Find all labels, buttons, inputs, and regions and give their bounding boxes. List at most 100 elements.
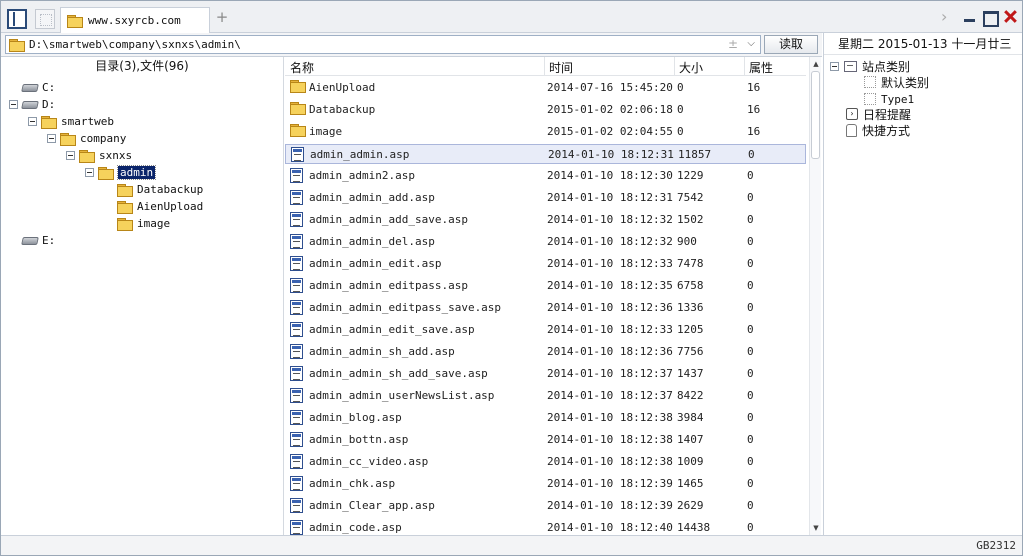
file-time: 2014-01-10 18:12:37 bbox=[547, 367, 673, 380]
column-divider[interactable] bbox=[544, 57, 545, 76]
tree-node[interactable]: E: bbox=[9, 232, 55, 249]
table-row[interactable]: image 2015-01-02 02:04:55 0 16 bbox=[285, 122, 806, 142]
table-row[interactable]: admin_admin_del.asp 2014-01-10 18:12:32 90… bbox=[285, 232, 806, 252]
table-row[interactable]: admin_admin_sh_add_save.asp 2014-01-10 18… bbox=[285, 364, 806, 384]
table-row[interactable]: Databackup 2015-01-02 02:06:18 0 16 bbox=[285, 100, 806, 120]
file-attr: 0 bbox=[747, 455, 754, 468]
address-bar[interactable]: ± ⌵ bbox=[5, 35, 761, 54]
file-name: admin_Clear_app.asp bbox=[309, 499, 435, 512]
scroll-up-icon[interactable]: ▲ bbox=[812, 60, 820, 68]
table-row[interactable]: admin_admin.asp 2014-01-10 18:12:31 11857 0 bbox=[285, 144, 806, 164]
tree-node[interactable]: company bbox=[47, 130, 126, 147]
tree-node-label: AienUpload bbox=[137, 200, 204, 213]
file-list-panel: 名称 时间 大小 属性 AienUpload 2014-07-16 15:45:2… bbox=[285, 57, 822, 535]
column-header-size[interactable]: 大小 bbox=[679, 59, 703, 76]
maximize-button[interactable] bbox=[981, 9, 999, 27]
folder-icon bbox=[67, 14, 83, 28]
tab-current[interactable]: www.sxyrcb.com bbox=[60, 7, 210, 33]
shortcut-node[interactable]: 快捷方式 bbox=[846, 122, 910, 138]
vertical-scrollbar[interactable]: ▲ ▼ bbox=[809, 57, 821, 535]
file-time: 2014-01-10 18:12:40 bbox=[547, 521, 673, 534]
tree-node[interactable]: sxnxs bbox=[66, 147, 132, 164]
directory-tree-panel: 目录(3),文件(96) C: D: smartweb company sxnxs adm… bbox=[1, 57, 284, 535]
column-header-name[interactable]: 名称 bbox=[290, 59, 314, 76]
sidebar-right: 星期二 2015-01-13 十一月廿三 站点类别 默认类别 Type1 › 日… bbox=[823, 33, 1022, 535]
file-size: 2629 bbox=[677, 499, 704, 512]
default-category-label: 默认类别 bbox=[881, 75, 930, 90]
blank-tab-icon[interactable] bbox=[35, 9, 55, 29]
collapse-icon[interactable] bbox=[66, 151, 75, 160]
address-input[interactable] bbox=[29, 38, 719, 51]
table-row[interactable]: admin_admin_add.asp 2014-01-10 18:12:31 75… bbox=[285, 188, 806, 208]
scrollbar-thumb[interactable] bbox=[811, 71, 820, 159]
column-divider[interactable] bbox=[744, 57, 745, 76]
minimize-button[interactable] bbox=[961, 9, 979, 25]
file-time: 2014-01-10 18:12:32 bbox=[547, 235, 673, 248]
tree-node[interactable]: admin bbox=[85, 164, 157, 181]
column-header-attr[interactable]: 属性 bbox=[749, 59, 773, 76]
close-button[interactable] bbox=[1002, 9, 1020, 25]
add-tab-button[interactable]: + bbox=[215, 10, 229, 25]
table-row[interactable]: admin_chk.asp 2014-01-10 18:12:39 1465 0 bbox=[285, 474, 806, 494]
tree-node[interactable]: D: bbox=[9, 96, 55, 113]
column-header-time[interactable]: 时间 bbox=[549, 59, 573, 76]
table-row[interactable]: admin_admin_editpass_save.asp 2014-01-10 … bbox=[285, 298, 806, 318]
panel-layout-icon[interactable] bbox=[7, 9, 27, 29]
drive-icon bbox=[21, 83, 39, 92]
file-size: 3984 bbox=[677, 411, 704, 424]
file-size: 6758 bbox=[677, 279, 704, 292]
file-attr: 0 bbox=[747, 169, 754, 182]
status-bar: GB2312 bbox=[1, 535, 1022, 555]
table-row[interactable]: admin_admin_userNewsList.asp 2014-01-10 1… bbox=[285, 386, 806, 406]
table-row[interactable]: admin_admin_editpass.asp 2014-01-10 18:12… bbox=[285, 276, 806, 296]
tree-node[interactable]: image bbox=[104, 215, 170, 232]
drive-icon bbox=[21, 236, 39, 245]
table-row[interactable]: admin_Clear_app.asp 2014-01-10 18:12:39 26… bbox=[285, 496, 806, 516]
table-row[interactable]: admin_admin_add_save.asp 2014-01-10 18:12… bbox=[285, 210, 806, 230]
table-row[interactable]: admin_blog.asp 2014-01-10 18:12:38 3984 0 bbox=[285, 408, 806, 428]
table-row[interactable]: admin_admin_edit.asp 2014-01-10 18:12:33 7… bbox=[285, 254, 806, 274]
asp-file-icon bbox=[290, 300, 303, 315]
file-size: 8422 bbox=[677, 389, 704, 402]
table-row[interactable]: admin_admin_sh_add.asp 2014-01-10 18:12:3… bbox=[285, 342, 806, 362]
table-row[interactable]: AienUpload 2014-07-16 15:45:20 0 16 bbox=[285, 78, 806, 98]
asp-file-icon bbox=[290, 322, 303, 337]
collapse-icon[interactable] bbox=[9, 100, 18, 109]
collapse-icon[interactable] bbox=[28, 117, 37, 126]
file-time: 2015-01-02 02:06:18 bbox=[547, 103, 673, 116]
file-size: 0 bbox=[677, 81, 684, 94]
tree-node-label: image bbox=[137, 217, 171, 230]
chevron-down-icon[interactable]: ⌵ bbox=[747, 38, 755, 49]
file-name: admin_chk.asp bbox=[309, 477, 396, 490]
file-time: 2014-01-10 18:12:36 bbox=[547, 345, 673, 358]
tree-node[interactable]: Databackup bbox=[104, 181, 203, 198]
schedule-node[interactable]: › 日程提醒 bbox=[846, 106, 911, 122]
table-row[interactable]: admin_admin2.asp 2014-01-10 18:12:30 1229 0 bbox=[285, 166, 806, 186]
column-divider[interactable] bbox=[674, 57, 675, 76]
plus-minus-icon[interactable]: ± bbox=[728, 37, 738, 51]
file-attr: 0 bbox=[747, 191, 754, 204]
file-name: Databackup bbox=[309, 103, 376, 116]
collapse-icon[interactable] bbox=[85, 168, 94, 177]
tree-node[interactable]: smartweb bbox=[28, 113, 114, 130]
collapse-icon[interactable] bbox=[830, 61, 839, 71]
site-category-node[interactable]: 站点类别 bbox=[830, 58, 910, 74]
chevron-right-icon[interactable]: › bbox=[941, 9, 959, 25]
file-attr: 0 bbox=[747, 367, 754, 380]
file-time: 2014-01-10 18:12:33 bbox=[547, 257, 673, 270]
shortcut-icon bbox=[846, 123, 857, 137]
scroll-down-icon[interactable]: ▼ bbox=[812, 524, 820, 532]
table-row[interactable]: admin_cc_video.asp 2014-01-10 18:12:38 100… bbox=[285, 452, 806, 472]
default-category-node[interactable]: 默认类别 bbox=[864, 74, 929, 90]
read-button[interactable]: 读取 bbox=[764, 35, 818, 54]
file-time: 2014-01-10 18:12:38 bbox=[547, 411, 673, 424]
collapse-icon[interactable] bbox=[47, 134, 56, 143]
tree-node[interactable]: C: bbox=[9, 79, 55, 96]
tree-node-label: sxnxs bbox=[99, 149, 133, 162]
table-row[interactable]: admin_bottn.asp 2014-01-10 18:12:38 1407 0 bbox=[285, 430, 806, 450]
folder-icon bbox=[290, 124, 306, 137]
drive-icon bbox=[21, 100, 39, 109]
tab-label: www.sxyrcb.com bbox=[88, 14, 181, 27]
tree-node[interactable]: AienUpload bbox=[104, 198, 203, 215]
table-row[interactable]: admin_admin_edit_save.asp 2014-01-10 18:1… bbox=[285, 320, 806, 340]
